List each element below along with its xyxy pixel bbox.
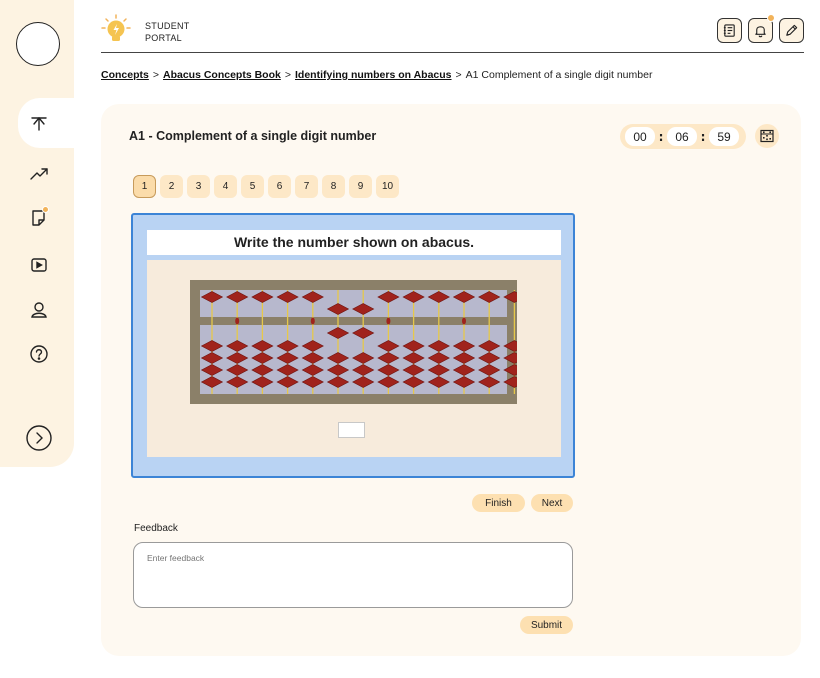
breadcrumb-link-topic[interactable]: Identifying numbers on Abacus [295,69,452,81]
abacus-beam [200,317,507,325]
profile-icon[interactable] [28,299,50,321]
abacus-beam-dot [386,317,391,325]
logo-icon [101,14,131,44]
timer-colon: : [658,129,664,144]
question-10-button[interactable]: 10 [376,175,399,198]
question-6-button[interactable]: 6 [268,175,291,198]
question-instruction: Write the number shown on abacus. [147,230,561,255]
abacus-beam-dot [235,317,240,325]
notifications-button[interactable] [748,14,775,43]
portal-title-line2: PORTAL [145,33,182,43]
question-8-button[interactable]: 8 [322,175,345,198]
portal-title-line1: STUDENT [145,21,190,31]
breadcrumb-current: A1 Complement of a single digit number [465,69,653,81]
next-button[interactable]: Next [531,494,573,512]
finish-button[interactable]: Finish [472,494,525,512]
question-3-button[interactable]: 3 [187,175,210,198]
submit-button[interactable]: Submit [520,616,573,634]
notes-notification-dot [42,206,49,213]
bell-icon [755,26,766,38]
question-1-button[interactable]: 1 [133,175,156,198]
video-icon[interactable] [28,254,50,276]
notification-dot [767,14,775,22]
sidebar [0,0,78,467]
portal-title: STUDENT PORTAL [145,20,190,44]
timer-hours: 00 [625,127,655,146]
question-panel: Write the number shown on abacus. [131,213,575,478]
timer-colon: : [700,129,706,144]
question-area [147,260,561,457]
question-nav: 1 2 3 4 5 6 7 8 9 10 [133,175,399,198]
notebook-button[interactable] [717,18,742,43]
notebook-icon [723,24,735,37]
abacus-beam-dot [462,317,466,325]
trending-icon[interactable] [28,163,50,185]
page-title: A1 - Complement of a single digit number [129,129,377,143]
question-2-button[interactable]: 2 [160,175,183,198]
question-7-button[interactable]: 7 [295,175,318,198]
abacus-diagram [190,280,517,404]
answer-input[interactable] [338,422,365,438]
pencil-icon [786,24,798,36]
question-4-button[interactable]: 4 [214,175,237,198]
timer: 00 : 06 : 59 [620,124,746,149]
abacus-beam-dot [310,317,315,325]
abacus-tool-button[interactable] [755,124,779,148]
breadcrumb: Concepts > Abacus Concepts Book > Identifyin… [101,69,652,81]
avatar[interactable] [16,22,60,66]
timer-minutes: 06 [667,127,697,146]
edit-button[interactable] [779,18,804,43]
breadcrumb-separator: > [152,69,159,81]
breadcrumb-link-book[interactable]: Abacus Concepts Book [163,69,281,81]
header-divider [101,52,804,53]
help-icon[interactable] [28,343,50,365]
breadcrumb-separator: > [284,69,291,81]
question-9-button[interactable]: 9 [349,175,372,198]
home-icon[interactable] [28,112,50,134]
abacus-icon [760,129,774,143]
timer-seconds: 59 [709,127,739,146]
feedback-label: Feedback [134,523,178,534]
question-5-button[interactable]: 5 [241,175,264,198]
breadcrumb-separator: > [455,69,462,81]
feedback-input[interactable] [133,542,573,608]
page: STUDENT PORTAL Concepts > Abacus Concepts … [0,0,820,678]
breadcrumb-link-concepts[interactable]: Concepts [101,69,149,81]
expand-icon[interactable] [25,424,52,451]
notes-icon[interactable] [28,206,50,229]
